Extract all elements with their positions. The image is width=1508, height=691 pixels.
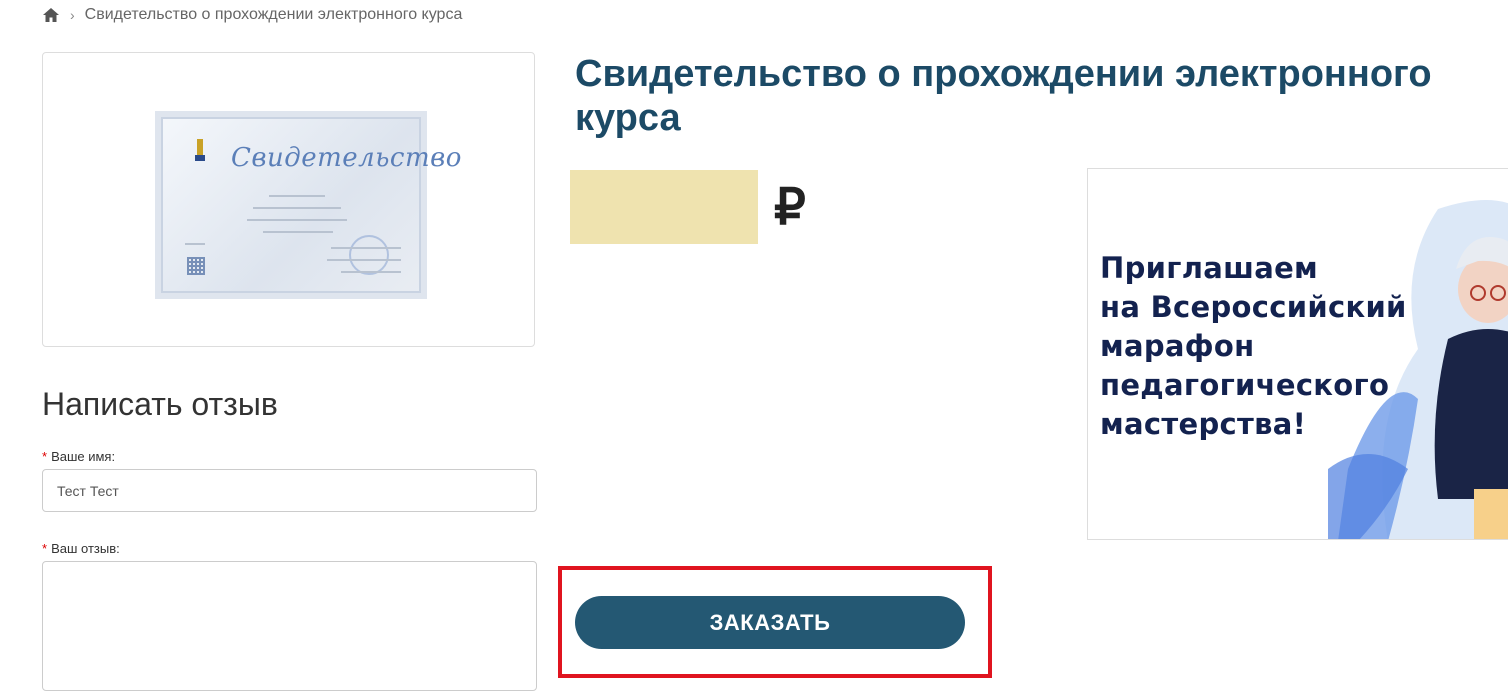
currency-symbol: ₽: [774, 179, 806, 235]
product-title: Свидетельство о прохождении электронного…: [575, 53, 1432, 139]
home-icon[interactable]: [42, 6, 60, 24]
required-mark: *: [42, 449, 48, 464]
price: ₽: [570, 170, 806, 244]
price-redacted: [570, 170, 758, 244]
emblem-icon: [195, 139, 205, 161]
review-heading: Написать отзыв: [42, 386, 278, 422]
promo-banner[interactable]: Приглашаем на Всероссийский марафон педа…: [1087, 168, 1508, 540]
teacher-illustration: [1328, 200, 1508, 539]
name-label-text: Ваше имя:: [51, 449, 116, 464]
required-mark: *: [42, 541, 48, 556]
review-label-text: Ваш отзыв:: [51, 541, 120, 556]
chevron-right-icon: ›: [70, 7, 75, 23]
certificate-title: Свидетельство: [231, 143, 462, 173]
name-input[interactable]: [42, 469, 537, 512]
name-label: * Ваше имя:: [42, 449, 115, 464]
breadcrumb-current: Свидетельство о прохождении электронного…: [84, 6, 463, 23]
review-label: * Ваш отзыв:: [42, 541, 120, 556]
stamp-icon: [349, 235, 389, 275]
review-textarea[interactable]: [42, 561, 537, 691]
order-button[interactable]: ЗАКАЗАТЬ: [575, 596, 965, 649]
breadcrumb: › Свидетельство о прохождении электронно…: [42, 6, 462, 24]
qr-code-icon: [187, 257, 205, 275]
product-image[interactable]: Свидетельство: [42, 52, 535, 347]
certificate-thumbnail: Свидетельство: [155, 111, 461, 299]
